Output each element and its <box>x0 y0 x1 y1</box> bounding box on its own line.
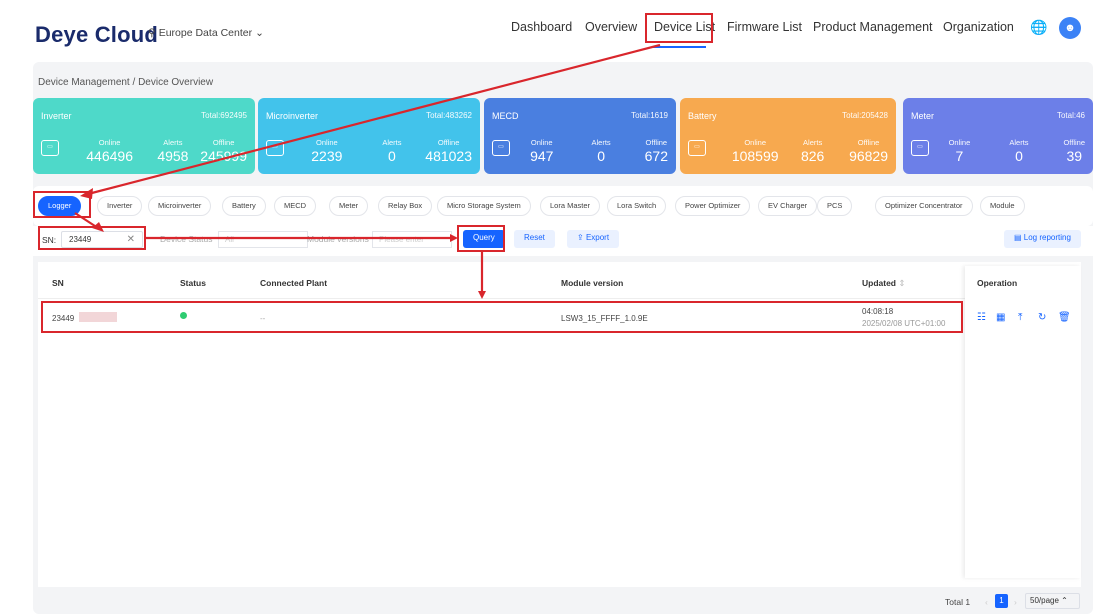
arrow-head-query <box>450 234 458 242</box>
arrow-logger-to-sn <box>74 212 99 229</box>
arrow-head-sn <box>92 222 104 232</box>
annotation-arrows <box>74 43 661 299</box>
page: Deye Cloud ⚲ Europe Data Center ⌄ Dashbo… <box>0 0 1105 614</box>
arrow-head-row <box>478 291 486 299</box>
arrow-nav-to-logger <box>87 43 661 196</box>
arrow-head-logger <box>80 188 93 199</box>
